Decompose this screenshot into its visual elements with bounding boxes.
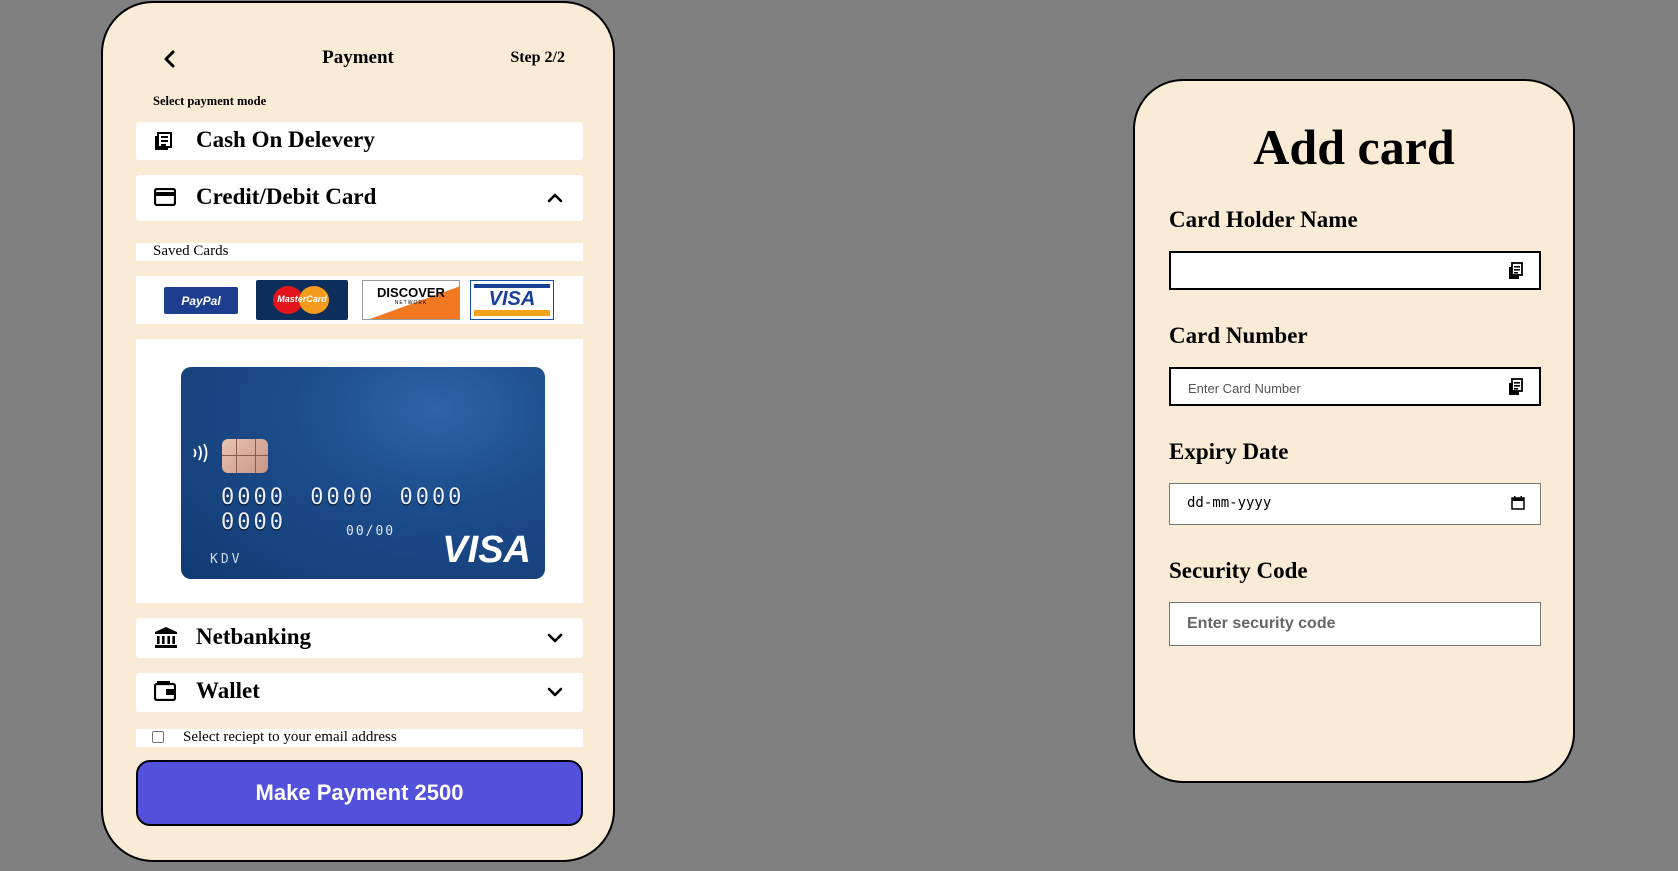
expiry-date-placeholder: dd-mm-yyyy [1187, 495, 1272, 511]
option-wallet[interactable]: Wallet [136, 673, 583, 712]
option-label: Netbanking [196, 624, 312, 649]
discover-logo[interactable]: DISCOVER NETWORK [362, 280, 460, 320]
option-label: Credit/Debit Card [196, 184, 377, 209]
saved-card-logos: PayPal MasterCard DISCOVER NETWORK VISA [136, 276, 583, 324]
card-number-label: Card Number [1169, 323, 1308, 348]
add-card-panel: Add card Card Holder Name Card Number En… [1133, 79, 1575, 783]
cash-icon [155, 132, 172, 150]
autofill-icon[interactable] [1508, 262, 1524, 280]
option-netbanking[interactable]: Netbanking [136, 618, 583, 658]
chevron-up-icon[interactable] [545, 188, 565, 208]
saved-cards-header: Saved Cards [136, 243, 583, 261]
contactless-icon [193, 443, 208, 463]
autofill-icon[interactable] [1508, 378, 1524, 396]
mastercard-logo[interactable]: MasterCard [256, 280, 348, 320]
option-label: Wallet [196, 678, 260, 703]
card-number-placeholder: Enter Card Number [1188, 381, 1301, 396]
card-holder: KDV [210, 552, 243, 567]
chevron-down-icon[interactable] [545, 682, 565, 702]
payment-header: Payment Step 2/2 [103, 47, 613, 71]
option-cash-on-delivery[interactable]: Cash On Delevery [136, 122, 583, 160]
card-expiry: 00/00 [346, 524, 396, 539]
security-code-input[interactable]: Enter security code [1169, 602, 1541, 646]
email-receipt-row: Select reciept to your email address [136, 729, 583, 747]
step-indicator: Step 2/2 [510, 49, 565, 66]
visa-logo[interactable]: VISA [470, 280, 554, 320]
make-payment-button[interactable]: Make Payment 2500 [136, 760, 583, 826]
calendar-icon[interactable] [1511, 496, 1525, 510]
wallet-icon [154, 681, 176, 701]
security-code-label: Security Code [1169, 558, 1308, 583]
bank-icon [155, 627, 177, 648]
option-label: Cash On Delevery [196, 127, 375, 152]
chip-icon [222, 439, 268, 473]
card-holder-label: Card Holder Name [1169, 207, 1358, 232]
expiry-date-input[interactable]: dd-mm-yyyy [1169, 483, 1541, 525]
card-brand: VISA [442, 529, 531, 571]
payment-screen: Payment Step 2/2 Select payment mode Cas… [101, 1, 615, 862]
card-number-input[interactable]: Enter Card Number [1169, 367, 1541, 406]
security-code-placeholder: Enter security code [1187, 615, 1336, 632]
paypal-logo[interactable]: PayPal [164, 287, 238, 314]
email-receipt-label: Select reciept to your email address [183, 729, 397, 745]
option-credit-debit-card[interactable]: Credit/Debit Card [136, 175, 583, 221]
credit-card-image[interactable]: 0000 0000 0000 0000 00/00 KDV VISA [181, 367, 545, 579]
saved-cards-label: Saved Cards [153, 243, 229, 259]
select-mode-label: Select payment mode [153, 94, 267, 108]
chevron-down-icon[interactable] [545, 628, 565, 648]
card-preview-panel: 0000 0000 0000 0000 00/00 KDV VISA [136, 339, 583, 603]
expiry-date-label: Expiry Date [1169, 439, 1289, 464]
email-receipt-checkbox[interactable] [152, 731, 164, 743]
add-card-title: Add card [1253, 119, 1455, 175]
card-holder-input[interactable] [1169, 251, 1541, 290]
card-icon [154, 188, 176, 206]
